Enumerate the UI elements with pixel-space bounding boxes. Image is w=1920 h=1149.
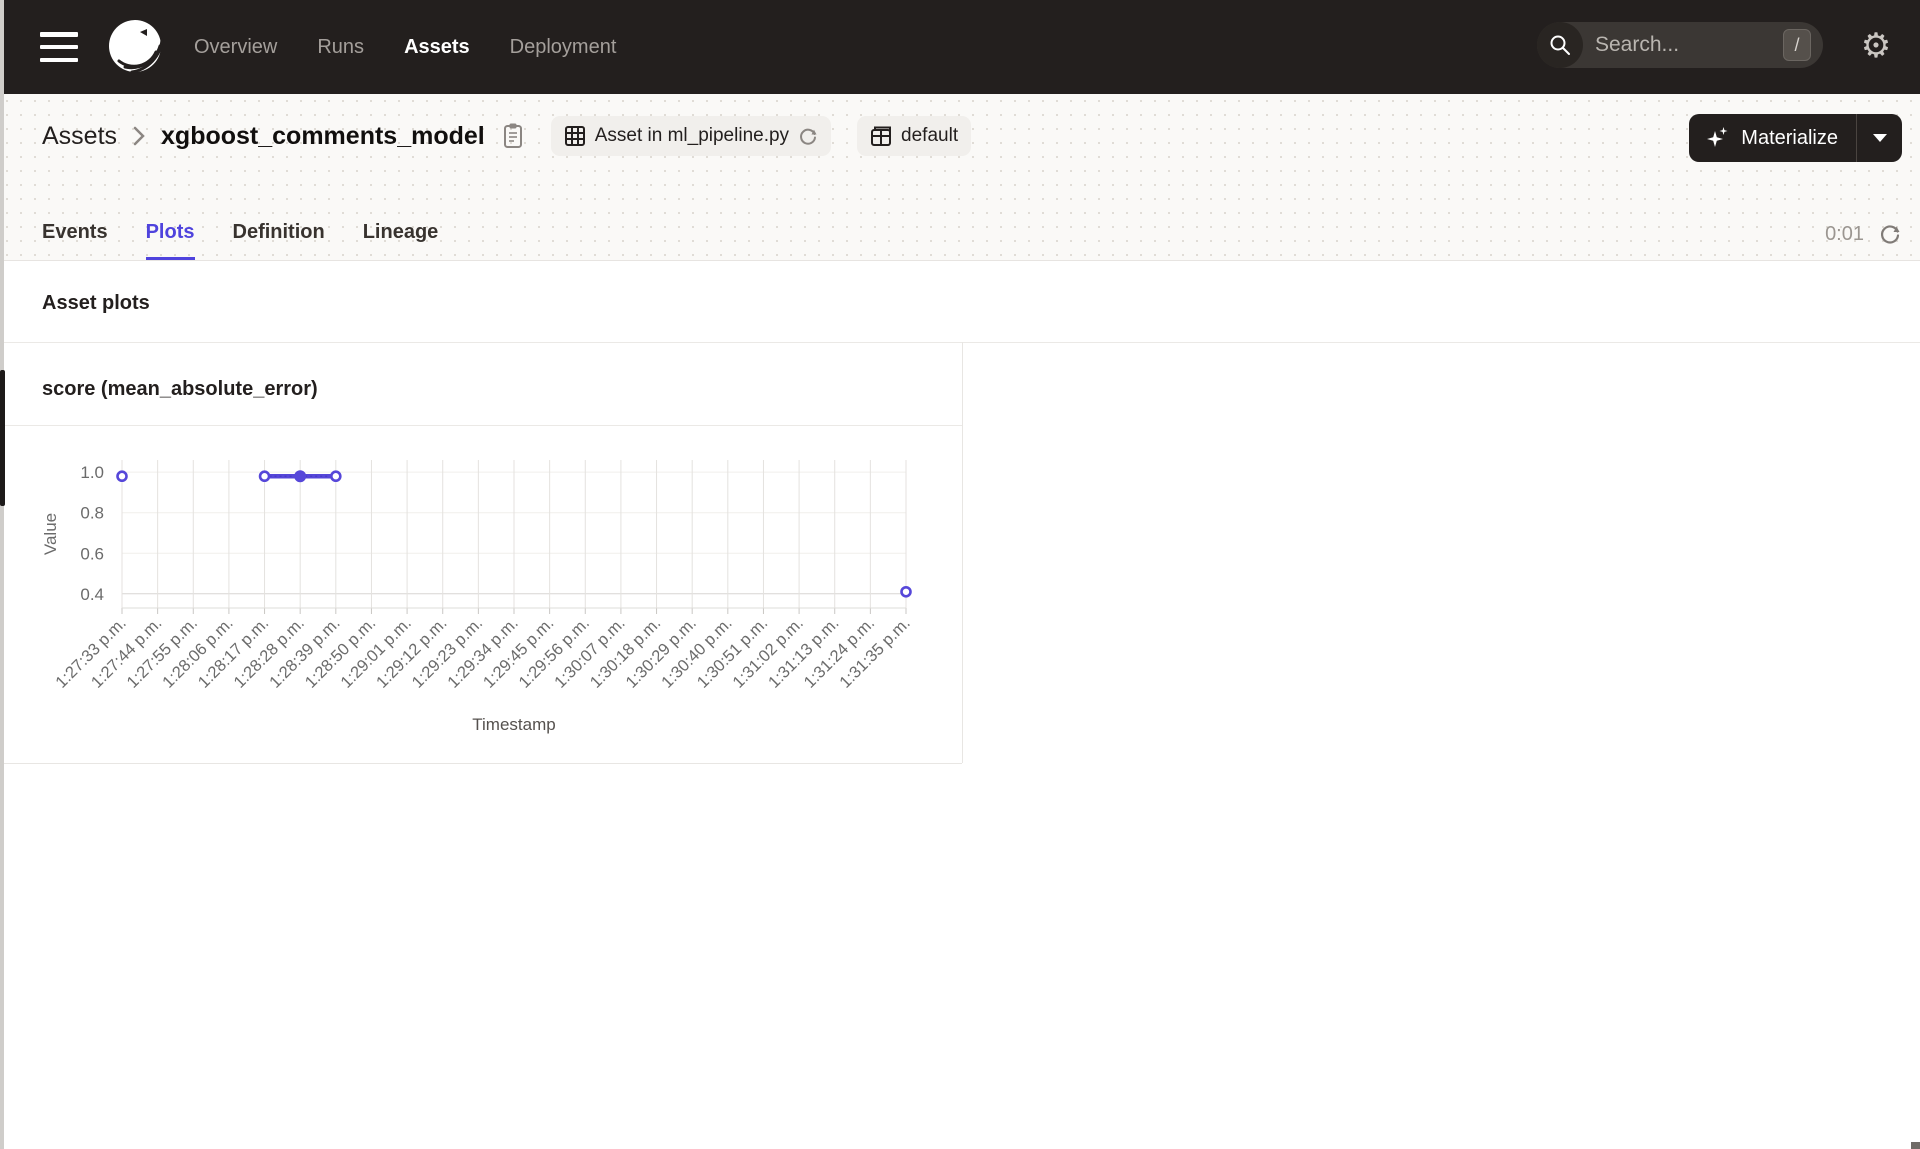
- sparkles-icon: [1705, 125, 1731, 151]
- svg-text:0.4: 0.4: [80, 585, 104, 604]
- breadcrumb-assets-link[interactable]: Assets: [42, 122, 117, 151]
- svg-text:Value: Value: [41, 513, 60, 555]
- table-icon: [564, 125, 586, 147]
- svg-text:0.8: 0.8: [80, 504, 104, 523]
- search-icon: [1537, 22, 1583, 68]
- plot-svg: 0.40.60.81.0Value1:27:33 p.m.1:27:44 p.m…: [41, 460, 914, 734]
- hamburger-menu-icon[interactable]: [40, 32, 84, 62]
- materialize-dropdown-button[interactable]: [1856, 114, 1902, 162]
- left-scrollbar-thumb[interactable]: [0, 370, 5, 506]
- refresh-icon[interactable]: [1878, 222, 1902, 246]
- score-plot: 0.4 0.6 0.8 1.0 Value 1:27:33 p.m. 1:27:44 p.m…: [0, 440, 962, 752]
- top-navbar: Overview Runs Assets Deployment Search..…: [0, 0, 1920, 94]
- main-nav: Overview Runs Assets Deployment: [194, 36, 616, 59]
- materialize-button[interactable]: Materialize: [1689, 114, 1856, 162]
- plot-card-bottom-border: [0, 763, 962, 764]
- nav-item-overview[interactable]: Overview: [194, 36, 277, 59]
- svg-text:1.0: 1.0: [80, 463, 104, 482]
- plot-card-right-border: [962, 342, 963, 763]
- nav-item-deployment[interactable]: Deployment: [510, 36, 617, 59]
- search-input[interactable]: Search... /: [1537, 22, 1823, 68]
- asset-group-icon: [870, 125, 892, 147]
- tab-lineage[interactable]: Lineage: [363, 221, 439, 260]
- plot-card-divider: [0, 425, 962, 426]
- tab-definition[interactable]: Definition: [233, 221, 325, 260]
- dagster-logo[interactable]: [106, 18, 164, 76]
- code-location-label: Asset in ml_pipeline.py: [594, 125, 790, 146]
- breadcrumb: Assets xgboost_comments_model Asset in m…: [42, 116, 972, 156]
- chevron-right-icon: [131, 123, 147, 149]
- tab-events[interactable]: Events: [42, 221, 108, 260]
- data-point[interactable]: [116, 470, 128, 483]
- refresh-timer: 0:01: [1825, 222, 1902, 246]
- plot-card-title: score (mean_absolute_error): [42, 378, 318, 400]
- svg-text:0.6: 0.6: [80, 544, 104, 563]
- nav-item-assets[interactable]: Assets: [404, 36, 470, 59]
- tab-plots[interactable]: Plots: [145, 221, 195, 260]
- bottom-right-corner-mark: [1911, 1142, 1920, 1149]
- section-divider: [0, 342, 1920, 343]
- svg-text:Timestamp: Timestamp: [472, 715, 555, 734]
- refresh-countdown: 0:01: [1825, 222, 1864, 245]
- group-label: default: [901, 125, 959, 146]
- code-location-badge[interactable]: Asset in ml_pipeline.py: [550, 116, 832, 156]
- data-point[interactable]: [258, 470, 271, 483]
- search-shortcut-key: /: [1783, 29, 1811, 61]
- asset-name-title: xgboost_comments_model: [161, 121, 485, 150]
- section-title: Asset plots: [42, 292, 150, 314]
- data-point[interactable]: [330, 470, 342, 483]
- reload-location-icon[interactable]: [798, 126, 818, 146]
- data-point[interactable]: [294, 470, 307, 483]
- copy-asset-name-icon[interactable]: [501, 122, 525, 150]
- left-scrollbar-track[interactable]: [0, 0, 4, 1149]
- asset-page-header: Assets xgboost_comments_model Asset in m…: [0, 94, 1920, 261]
- search-placeholder: Search...: [1595, 33, 1680, 56]
- caret-down-icon: [1872, 134, 1887, 142]
- materialize-button-group: Materialize: [1689, 114, 1902, 162]
- materialize-label: Materialize: [1741, 126, 1838, 149]
- asset-tabs: Events Plots Definition Lineage: [42, 221, 438, 260]
- nav-item-runs[interactable]: Runs: [317, 36, 364, 59]
- group-badge[interactable]: default: [857, 116, 972, 156]
- data-point[interactable]: [900, 585, 912, 598]
- gear-icon[interactable]: ⚙: [1856, 26, 1896, 66]
